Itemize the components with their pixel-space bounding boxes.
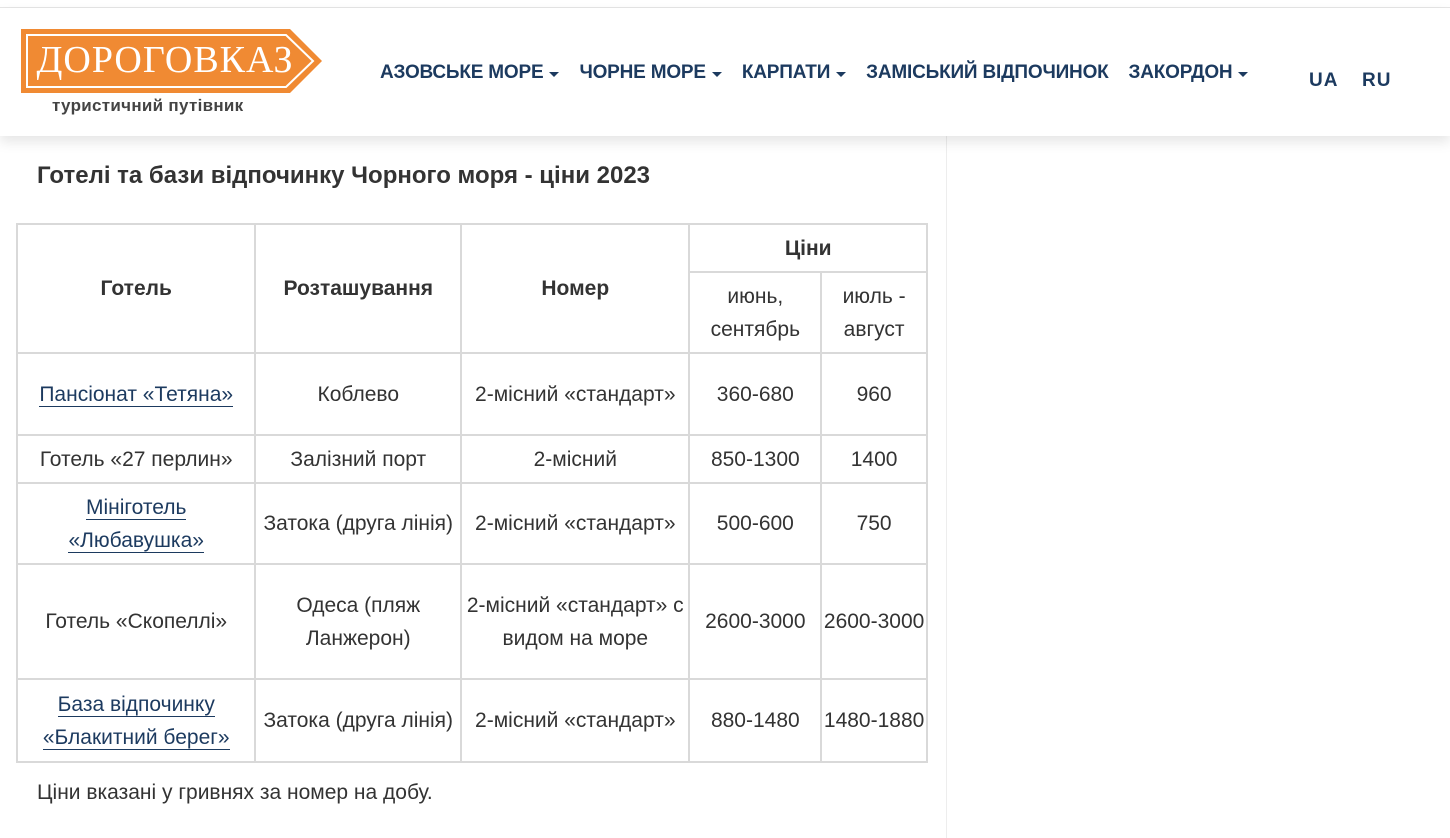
logo-name: ДОРОГОВКАЗ: [36, 39, 294, 81]
hotel-cell: Мініготель «Любавушка»: [15, 482, 257, 565]
location-cell: Коблево: [254, 352, 463, 436]
nav-item-black-sea[interactable]: ЧОРНЕ МОРЕ: [579, 62, 722, 84]
main-content: Готелі та бази відпочинку Чорного моря -…: [0, 136, 947, 838]
table-row: Готель «Скопеллі» Одеса (пляж Ланжерон) …: [15, 563, 928, 680]
top-border: [0, 0, 1450, 8]
nav-item-azov-sea[interactable]: АЗОВСЬКЕ МОРЕ: [380, 62, 560, 84]
location-cell: Затока (друга лінія): [254, 678, 463, 763]
column-header-hotel: Готель: [15, 223, 257, 354]
room-cell: 2-місний «стандарт»: [460, 352, 691, 436]
table-row: Мініготель «Любавушка» Затока (друга лін…: [15, 482, 928, 565]
hotel-link[interactable]: Пансіонат «Тетяна»: [39, 382, 234, 407]
caret-down-icon: [1238, 71, 1249, 77]
location-cell: Одеса (пляж Ланжерон): [254, 563, 463, 680]
hotel-cell: База відпочинку «Блакитний берег»: [15, 678, 257, 763]
room-cell: 2-місний «стандарт» с видом на море: [460, 563, 691, 680]
column-header-prices: Ціни: [688, 223, 928, 273]
caret-down-icon: [549, 71, 560, 77]
hotel-link[interactable]: Мініготель «Любавушка»: [68, 495, 204, 553]
price-july-august-cell: 2600-3000: [820, 563, 928, 680]
column-header-period-june-september: июнь, сентябрь: [688, 271, 823, 354]
language-ru-link[interactable]: RU: [1362, 70, 1391, 92]
page-title: Готелі та бази відпочинку Чорного моря -…: [37, 162, 651, 189]
column-header-location: Розташування: [254, 223, 463, 354]
price-june-september-cell: 2600-3000: [688, 563, 823, 680]
table-row: Готель «27 перлин» Залізний порт 2-місни…: [15, 434, 928, 484]
nav-item-label: ЗАКОРДОН: [1128, 62, 1233, 83]
logo-tagline: туристичний путівник: [52, 96, 244, 115]
nav-item-suburban-rest[interactable]: ЗАМІСЬКИЙ ВІДПОЧИНОК: [866, 62, 1109, 84]
price-june-september-cell: 500-600: [688, 482, 823, 565]
nav-item-label: АЗОВСЬКЕ МОРЕ: [380, 62, 544, 83]
hotel-cell: Готель «Скопеллі»: [15, 563, 257, 680]
column-header-room: Номер: [460, 223, 691, 354]
nav-item-carpathians[interactable]: КАРПАТИ: [741, 62, 847, 84]
price-july-august-cell: 1400: [820, 434, 928, 484]
column-header-period-july-august: июль - август: [820, 271, 928, 354]
hotel-cell: Готель «27 перлин»: [15, 434, 257, 484]
nav-item-label: ЧОРНЕ МОРЕ: [579, 62, 706, 83]
price-june-september-cell: 880-1480: [688, 678, 823, 763]
caret-down-icon: [836, 71, 847, 77]
table-row: База відпочинку «Блакитний берег» Затока…: [15, 678, 928, 763]
location-cell: Залізний порт: [254, 434, 463, 484]
nav-item-label: КАРПАТИ: [741, 62, 831, 83]
table-row: Пансіонат «Тетяна» Коблево 2-місний «ста…: [15, 352, 928, 436]
location-cell: Затока (друга лінія): [254, 482, 463, 565]
nav-item-label: ЗАМІСЬКИЙ ВІДПОЧИНОК: [866, 62, 1109, 83]
main-nav: АЗОВСЬКЕ МОРЕ ЧОРНЕ МОРЕ КАРПАТИ ЗАМІСЬК…: [380, 58, 1268, 88]
hotel-cell: Пансіонат «Тетяна»: [15, 352, 257, 436]
price-july-august-cell: 960: [820, 352, 928, 436]
room-cell: 2-місний «стандарт»: [460, 482, 691, 565]
caret-down-icon: [711, 71, 722, 77]
price-july-august-cell: 750: [820, 482, 928, 565]
nav-item-abroad[interactable]: ЗАКОРДОН: [1129, 62, 1249, 84]
room-cell: 2-місний «стандарт»: [460, 678, 691, 763]
room-cell: 2-місний: [460, 434, 691, 484]
price-table: Готель Розташування Номер Ціни июнь, сен…: [15, 223, 928, 763]
site-header: ДОРОГОВКАЗ туристичний путівник АЗОВСЬКЕ…: [0, 8, 1450, 136]
price-june-september-cell: 360-680: [688, 352, 823, 436]
language-ua-link[interactable]: UA: [1309, 70, 1338, 92]
price-june-september-cell: 850-1300: [688, 434, 823, 484]
price-footnote: Ціни вказані у гривнях за номер на добу.: [37, 781, 433, 804]
site-logo[interactable]: ДОРОГОВКАЗ туристичний путівник: [20, 28, 325, 120]
price-july-august-cell: 1480-1880: [820, 678, 928, 763]
hotel-link[interactable]: База відпочинку «Блакитний берег»: [42, 692, 230, 750]
